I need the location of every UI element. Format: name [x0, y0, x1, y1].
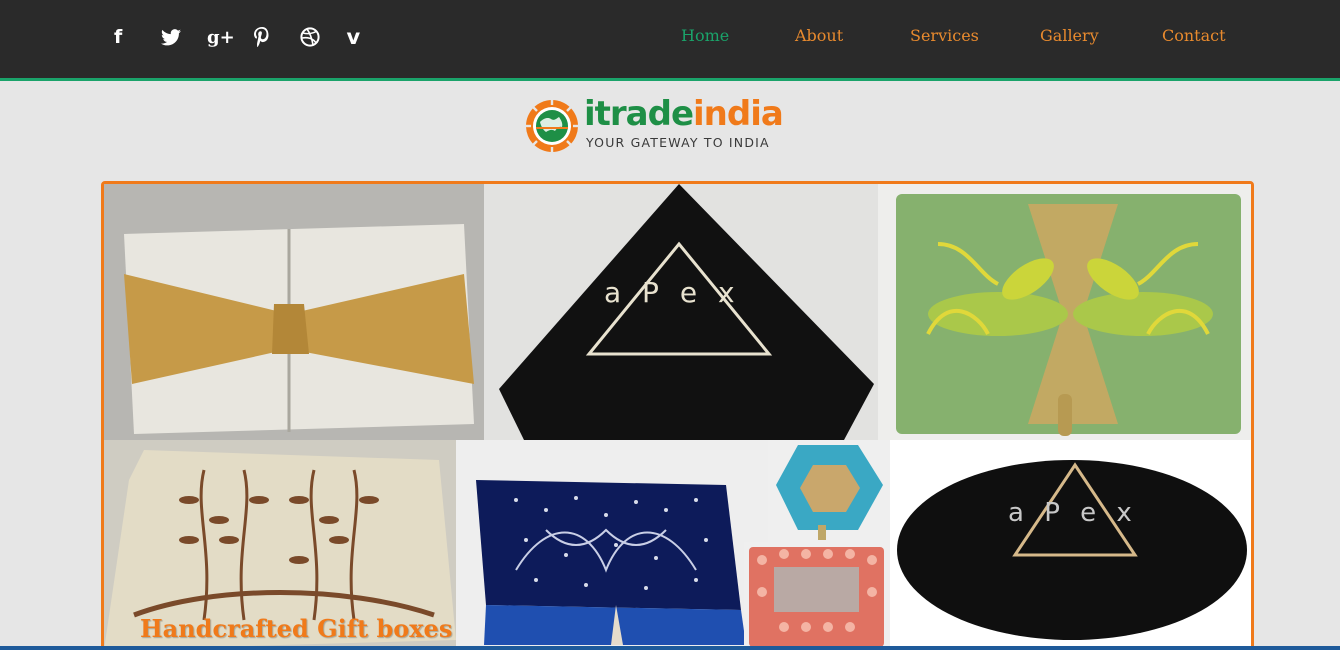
main-menu: Home About Services Gallery Contact — [0, 26, 1340, 50]
logo-tagline: YOUR GATEWAY TO INDIA — [586, 135, 770, 150]
photo-blue-beaded-box[interactable] — [456, 440, 768, 650]
logo-wordmark: itradeindia — [584, 94, 784, 134]
green-beaded-box-image — [878, 184, 1251, 440]
black-oval-apex-box-image — [890, 440, 1251, 650]
nav-gallery[interactable]: Gallery — [1040, 26, 1099, 45]
photo-green-beaded-box[interactable] — [878, 184, 1251, 440]
gift-box-gallery: a P e x a P e x Handcrafted Gift boxes — [101, 181, 1254, 650]
nav-services[interactable]: Services — [910, 26, 979, 45]
nav-home[interactable]: Home — [681, 26, 729, 45]
coral-box-image — [744, 542, 890, 650]
photo-ivory-gold-box[interactable] — [104, 184, 484, 440]
photo-black-apex-box[interactable]: a P e x — [484, 184, 878, 440]
photo-black-oval-apex-box[interactable]: a P e x — [890, 440, 1251, 650]
blue-beaded-box-image — [456, 440, 768, 650]
teal-hexagon-box-image — [768, 440, 890, 542]
photo-coral-box[interactable] — [744, 542, 890, 650]
logo-word-india: india — [693, 94, 784, 134]
globe-gear-icon — [525, 99, 579, 153]
apex-text-top: a P e x — [604, 276, 741, 309]
logo-word-itrade: itrade — [584, 94, 694, 134]
gallery-caption: Handcrafted Gift boxes — [140, 614, 453, 643]
topbar-divider — [0, 78, 1340, 81]
nav-about[interactable]: About — [795, 26, 843, 45]
apex-text-bottom: a P e x — [1008, 498, 1138, 528]
ivory-gold-box-image — [104, 184, 484, 440]
nav-contact[interactable]: Contact — [1162, 26, 1226, 45]
photo-teal-hexagon-box[interactable] — [768, 440, 890, 542]
site-logo[interactable]: itradeindia YOUR GATEWAY TO INDIA — [524, 94, 796, 156]
black-apex-box-image — [484, 184, 878, 440]
os-taskbar-edge — [0, 646, 1340, 650]
